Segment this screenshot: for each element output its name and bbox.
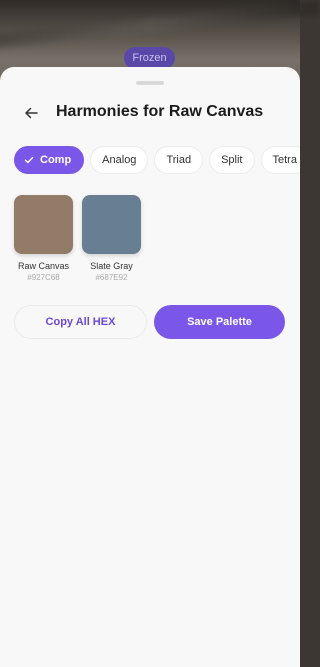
swatch-slate-gray[interactable]: Slate Gray #687E92 — [82, 195, 141, 282]
palette-swatches: Raw Canvas #927C68 Slate Gray #687E92 — [14, 195, 141, 282]
harmonies-bottom-sheet: Harmonies for Raw Canvas Comp Analog Tri… — [0, 67, 300, 667]
sheet-grab-handle[interactable] — [136, 81, 164, 85]
tab-label: Triad — [166, 154, 192, 166]
swatch-raw-canvas[interactable]: Raw Canvas #927C68 — [14, 195, 73, 282]
swatch-color[interactable] — [82, 195, 141, 254]
tab-split[interactable]: Split — [209, 146, 255, 174]
tab-label: Split — [221, 154, 243, 166]
tab-comp[interactable]: Comp — [14, 146, 85, 174]
back-button[interactable] — [18, 100, 44, 126]
tab-tetra[interactable]: Tetra — [260, 146, 300, 174]
tab-analog[interactable]: Analog — [90, 146, 149, 174]
arrow-left-icon — [25, 107, 38, 119]
tab-label: Tetra — [272, 154, 297, 166]
harmony-tabs: Comp Analog Triad Split Tetra — [14, 146, 300, 174]
tab-triad[interactable]: Triad — [154, 146, 204, 174]
tab-label: Comp — [40, 154, 72, 166]
copy-all-hex-button[interactable]: Copy All HEX — [14, 305, 147, 339]
swatch-hex: #927C68 — [27, 273, 60, 282]
sheet-title: Harmonies for Raw Canvas — [56, 103, 264, 120]
swatch-name: Slate Gray — [90, 261, 133, 271]
tab-label: Analog — [102, 154, 137, 166]
swatch-hex: #687E92 — [95, 273, 128, 282]
swatch-name: Raw Canvas — [17, 261, 70, 271]
frozen-status-badge[interactable]: Frozen — [124, 47, 175, 69]
swatch-color[interactable] — [14, 195, 73, 254]
check-icon — [24, 155, 34, 165]
camera-preview-detail — [0, 0, 320, 50]
save-palette-button[interactable]: Save Palette — [154, 305, 285, 339]
